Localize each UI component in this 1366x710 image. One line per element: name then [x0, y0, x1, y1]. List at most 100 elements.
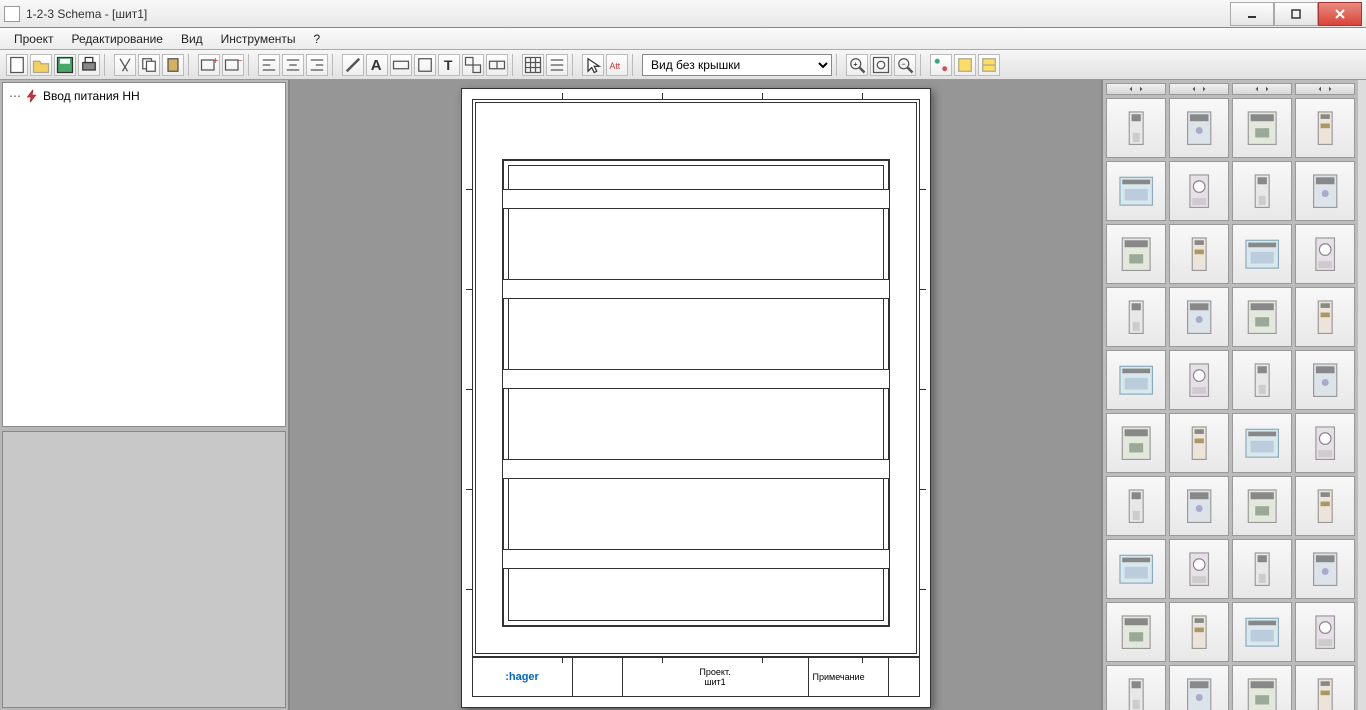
- list-button[interactable]: [546, 54, 568, 76]
- group-button[interactable]: [462, 54, 484, 76]
- add-row-button[interactable]: +: [198, 54, 220, 76]
- palette-component[interactable]: [1232, 161, 1292, 221]
- din-rail-3[interactable]: [502, 369, 890, 389]
- palette-component[interactable]: [1169, 602, 1229, 662]
- minimize-button[interactable]: [1230, 2, 1274, 26]
- menu-view[interactable]: Вид: [173, 30, 211, 48]
- canvas-area[interactable]: :hager Проект. шит1 Примечание: [290, 80, 1101, 710]
- maximize-button[interactable]: [1274, 2, 1318, 26]
- separator: [836, 54, 842, 76]
- copy-button[interactable]: [138, 54, 160, 76]
- palette-component[interactable]: [1232, 539, 1292, 599]
- label-tool-button[interactable]: [390, 54, 412, 76]
- grid-button[interactable]: [522, 54, 544, 76]
- menu-tools[interactable]: Инструменты: [213, 30, 304, 48]
- din-rail-1[interactable]: [502, 189, 890, 209]
- palette-component[interactable]: [1295, 98, 1355, 158]
- align-left-button[interactable]: [258, 54, 280, 76]
- separator: [512, 54, 518, 76]
- palette-component[interactable]: [1106, 287, 1166, 347]
- palette-component[interactable]: [1169, 476, 1229, 536]
- palette-component[interactable]: [1106, 98, 1166, 158]
- menu-project[interactable]: Проект: [6, 30, 62, 48]
- palette-component[interactable]: [1295, 476, 1355, 536]
- palette-component[interactable]: [1106, 602, 1166, 662]
- svg-text:+: +: [853, 59, 858, 68]
- palette-component[interactable]: [1169, 539, 1229, 599]
- palette-component[interactable]: [1295, 665, 1355, 710]
- palette-component[interactable]: [1232, 98, 1292, 158]
- palette-component[interactable]: [1106, 350, 1166, 410]
- palette-component[interactable]: [1106, 476, 1166, 536]
- print-button[interactable]: [78, 54, 100, 76]
- remove-row-button[interactable]: −: [222, 54, 244, 76]
- palette-component[interactable]: [1232, 476, 1292, 536]
- drawing-page[interactable]: :hager Проект. шит1 Примечание: [461, 88, 931, 708]
- tree-panel[interactable]: ⋯ Ввод питания НН: [2, 82, 286, 427]
- align-center-button[interactable]: [282, 54, 304, 76]
- palette-component[interactable]: [1232, 350, 1292, 410]
- menu-edit[interactable]: Редактирование: [64, 30, 171, 48]
- att-tool-button[interactable]: Att: [606, 54, 628, 76]
- palette-component[interactable]: [1169, 224, 1229, 284]
- palette-component[interactable]: [1295, 539, 1355, 599]
- settings-button[interactable]: [930, 54, 952, 76]
- svg-text:A: A: [371, 57, 382, 74]
- align-right-button[interactable]: [306, 54, 328, 76]
- palette-header-1[interactable]: [1106, 83, 1166, 95]
- separator: [188, 54, 194, 76]
- tree-expand-icon: ⋯: [9, 89, 21, 103]
- palette-component[interactable]: [1106, 224, 1166, 284]
- palette-component[interactable]: [1295, 350, 1355, 410]
- highlight2-button[interactable]: [978, 54, 1000, 76]
- close-button[interactable]: [1318, 2, 1362, 26]
- palette-component[interactable]: [1295, 602, 1355, 662]
- titleblock-cell-1: [573, 658, 623, 696]
- tree-item-input[interactable]: ⋯ Ввод питания НН: [7, 87, 281, 105]
- zoom-out-button[interactable]: −: [894, 54, 916, 76]
- shape-tool-button[interactable]: [414, 54, 436, 76]
- palette-component[interactable]: [1232, 287, 1292, 347]
- palette-component[interactable]: [1232, 665, 1292, 710]
- paste-button[interactable]: [162, 54, 184, 76]
- view-mode-select[interactable]: Вид без крышки: [642, 54, 832, 76]
- din-rail-4[interactable]: [502, 459, 890, 479]
- open-button[interactable]: [30, 54, 52, 76]
- text-tool-button[interactable]: A: [366, 54, 388, 76]
- palette-scrollbar[interactable]: [1358, 80, 1366, 710]
- menu-help[interactable]: ?: [306, 30, 329, 48]
- palette-component[interactable]: [1169, 287, 1229, 347]
- palette-component[interactable]: [1295, 413, 1355, 473]
- zoom-fit-button[interactable]: [870, 54, 892, 76]
- palette-component[interactable]: [1232, 602, 1292, 662]
- highlight-button[interactable]: [954, 54, 976, 76]
- new-button[interactable]: [6, 54, 28, 76]
- titleblock-brand: :hager: [473, 658, 573, 696]
- text-tool2-button[interactable]: T: [438, 54, 460, 76]
- palette-component[interactable]: [1169, 161, 1229, 221]
- palette-component[interactable]: [1106, 161, 1166, 221]
- cut-button[interactable]: [114, 54, 136, 76]
- palette-component[interactable]: [1169, 350, 1229, 410]
- zoom-in-button[interactable]: +: [846, 54, 868, 76]
- palette-component[interactable]: [1169, 413, 1229, 473]
- din-rail-5[interactable]: [502, 549, 890, 569]
- save-button[interactable]: [54, 54, 76, 76]
- palette-component[interactable]: [1232, 413, 1292, 473]
- palette-component[interactable]: [1232, 224, 1292, 284]
- palette-header-3[interactable]: [1232, 83, 1292, 95]
- palette-component[interactable]: [1106, 539, 1166, 599]
- line-tool-button[interactable]: [342, 54, 364, 76]
- palette-component[interactable]: [1295, 287, 1355, 347]
- pointer-tool-button[interactable]: [582, 54, 604, 76]
- palette-component[interactable]: [1169, 665, 1229, 710]
- palette-component[interactable]: [1169, 98, 1229, 158]
- palette-header-2[interactable]: [1169, 83, 1229, 95]
- din-rail-2[interactable]: [502, 279, 890, 299]
- palette-header-4[interactable]: [1295, 83, 1355, 95]
- ungroup-button[interactable]: [486, 54, 508, 76]
- palette-component[interactable]: [1295, 224, 1355, 284]
- palette-component[interactable]: [1295, 161, 1355, 221]
- palette-component[interactable]: [1106, 665, 1166, 710]
- palette-component[interactable]: [1106, 413, 1166, 473]
